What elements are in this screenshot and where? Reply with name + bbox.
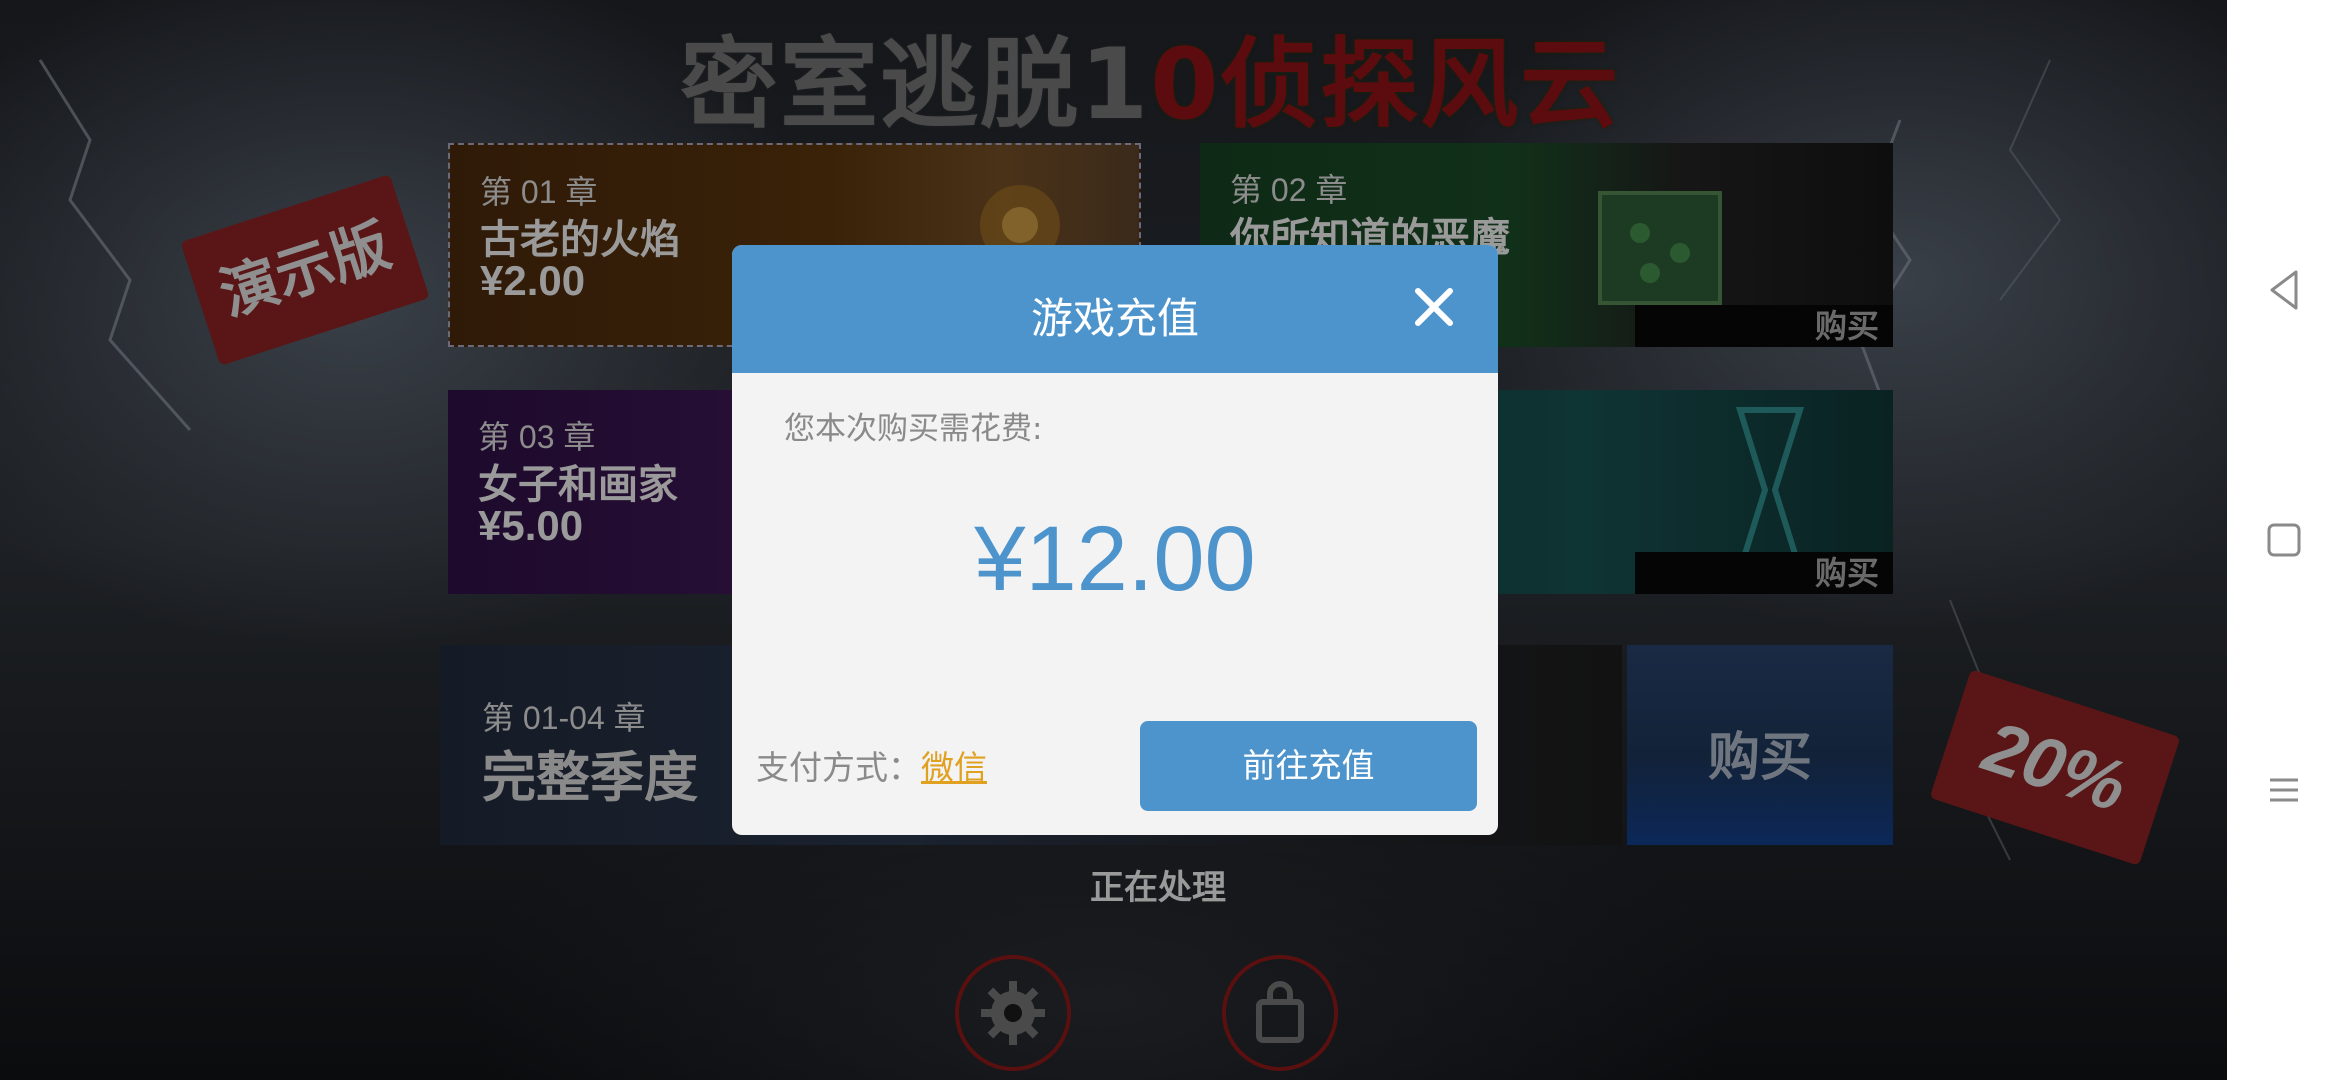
season-name: 完整季度	[482, 746, 698, 809]
shop-button[interactable]	[1222, 955, 1338, 1071]
system-navigation-bar	[2227, 0, 2340, 1080]
payment-method-label: 支付方式：	[756, 748, 921, 787]
recharge-button[interactable]: 前往充值	[1140, 721, 1477, 811]
game-title: 密室逃脱10侦探风云	[680, 20, 1680, 150]
dialog-title: 游戏充值	[1030, 294, 1199, 343]
payment-method: 支付方式：微信	[756, 741, 987, 789]
cost-label: 您本次购买需花费:	[784, 411, 1043, 447]
nav-back-button[interactable]	[2227, 250, 2340, 330]
cost-amount: ¥12.00	[974, 508, 1256, 610]
bag-icon	[1256, 981, 1304, 1043]
chapter-price: ¥5.00	[478, 502, 584, 549]
game-title-left: 密室逃脱1	[680, 28, 1151, 142]
recharge-dialog: 游戏充值 您本次购买需花费: ¥12.00 支付方式：微信 前往充值	[732, 245, 1498, 835]
season-buy-label: 购买	[1707, 728, 1812, 788]
buy-label[interactable]: 购买	[1635, 305, 1893, 347]
nav-home-button[interactable]	[2227, 500, 2340, 580]
settings-button[interactable]	[955, 955, 1071, 1071]
chapter-price: ¥2.00	[480, 257, 586, 304]
back-icon	[2270, 270, 2297, 310]
payment-method-link[interactable]: 微信	[921, 748, 987, 787]
home-icon	[2267, 523, 2300, 557]
dialog-header: 游戏充值	[732, 245, 1498, 373]
game-title-right: 0侦探风云	[1150, 28, 1621, 142]
nav-menu-button[interactable]	[2227, 750, 2340, 830]
buy-label[interactable]: 购买	[1635, 552, 1893, 594]
close-icon[interactable]	[1410, 283, 1458, 331]
processing-status: 正在处理	[1090, 868, 1226, 908]
menu-icon	[2269, 778, 2298, 802]
season-buy-button[interactable]: 购买	[1627, 645, 1893, 845]
gear-icon	[981, 981, 1045, 1045]
